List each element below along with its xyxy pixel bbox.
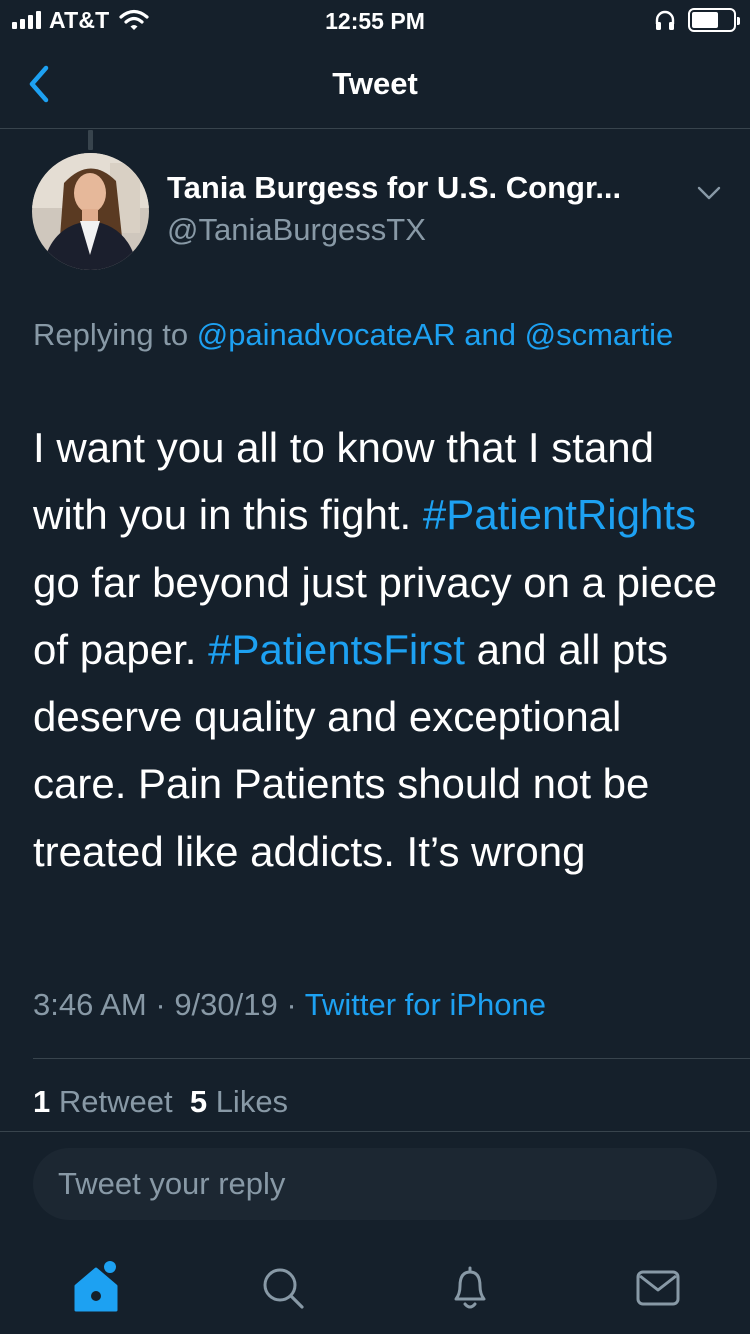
tweet-meta: 3:46 AM · 9/30/19 · Twitter for iPhone <box>33 987 546 1023</box>
avatar-image <box>32 153 149 270</box>
navigation-bar: Tweet <box>0 40 750 129</box>
chevron-down-icon <box>697 186 721 200</box>
likes-label: Likes <box>207 1084 289 1119</box>
tweet-detail-screen: AT&T 12:55 PM Tweet Tania Burgess for U.… <box>0 0 750 1334</box>
divider <box>0 1131 750 1132</box>
tweet-menu-button[interactable] <box>696 182 722 204</box>
author-handle[interactable]: @TaniaBurgessTX <box>167 212 426 248</box>
likes-count: 5 <box>189 1084 208 1119</box>
status-clock: 12:55 PM <box>325 8 425 34</box>
tab-bar <box>0 1240 750 1334</box>
tab-search[interactable] <box>254 1260 310 1316</box>
likes-stat[interactable]: 5 Likes <box>190 1084 288 1119</box>
mention-link[interactable]: @scmartie <box>525 317 674 352</box>
divider <box>33 1058 750 1059</box>
retweets-label: Retweet <box>50 1084 173 1119</box>
search-icon <box>263 1268 304 1309</box>
tweet-stats: 1 Retweet 5 Likes <box>33 1084 288 1120</box>
tab-home[interactable] <box>68 1260 124 1316</box>
hashtag-link[interactable]: #PatientsFirst <box>208 626 465 673</box>
reply-input[interactable]: Tweet your reply <box>33 1148 717 1220</box>
page-title: Tweet <box>332 66 418 101</box>
headphones-icon <box>655 10 675 30</box>
tab-notifications[interactable] <box>442 1260 498 1316</box>
status-bar: AT&T 12:55 PM <box>0 0 750 40</box>
mention-conjunction[interactable]: and <box>456 317 525 352</box>
battery-icon <box>688 8 740 32</box>
battery-tip <box>737 17 740 25</box>
hashtag-link[interactable]: #PatientRights <box>423 491 696 538</box>
retweets-count: 1 <box>33 1084 51 1119</box>
thread-connector-line <box>88 130 93 150</box>
retweets-stat[interactable]: 1 Retweet <box>33 1084 173 1119</box>
tweet-time: 3:46 AM <box>33 987 147 1022</box>
messages-envelope-icon <box>636 1270 680 1306</box>
author-avatar[interactable] <box>32 153 149 270</box>
tweet-date: 9/30/19 <box>174 987 278 1022</box>
replying-prefix: Replying to <box>33 317 197 352</box>
replying-to: Replying to @painadvocateAR and @scmarti… <box>33 312 723 358</box>
status-right <box>654 8 740 32</box>
meta-separator: · <box>146 987 175 1022</box>
tweet-source-link[interactable]: Twitter for iPhone <box>305 987 546 1022</box>
home-icon <box>74 1261 118 1312</box>
notifications-bell-icon <box>454 1266 486 1309</box>
battery-level <box>692 12 718 28</box>
reply-placeholder: Tweet your reply <box>58 1166 286 1201</box>
meta-separator: · <box>277 987 305 1022</box>
mention-link[interactable]: @painadvocateAR <box>197 317 456 352</box>
tab-messages[interactable] <box>630 1260 686 1316</box>
tweet-text: I want you all to know that I stand with… <box>33 414 723 885</box>
author-display-name[interactable]: Tania Burgess for U.S. Congr... <box>167 170 621 206</box>
